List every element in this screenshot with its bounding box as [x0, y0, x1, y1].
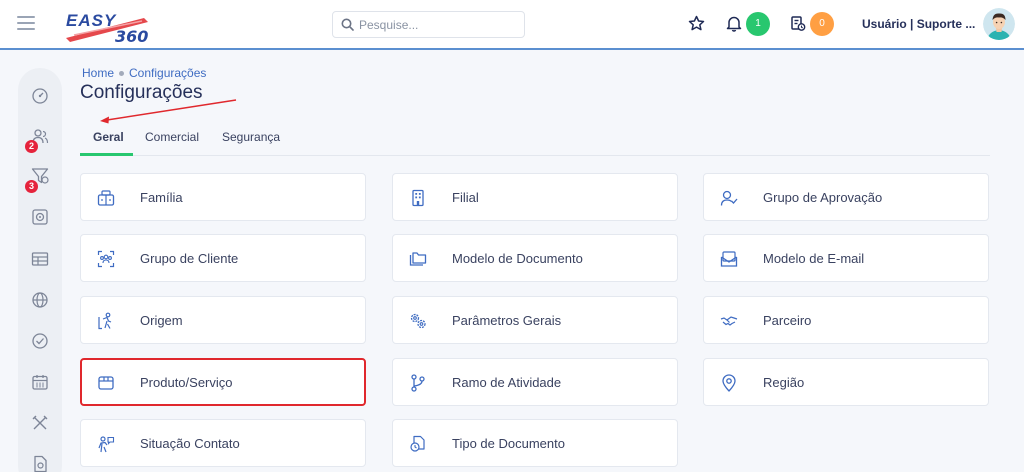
- breadcrumb-current[interactable]: Configurações: [129, 66, 206, 80]
- handshake-icon: [720, 316, 738, 326]
- tasks-badge[interactable]: 0: [810, 12, 834, 36]
- search-input[interactable]: [359, 16, 519, 34]
- tabs: Geral Comercial Segurança: [80, 124, 990, 156]
- calendar-icon[interactable]: [31, 373, 49, 391]
- card-produto-servico[interactable]: Produto/Serviço: [80, 358, 366, 406]
- contact-status-icon: [98, 436, 115, 453]
- breadcrumb-home[interactable]: Home: [82, 66, 114, 80]
- card-label: Família: [140, 190, 183, 205]
- family-icon: [97, 190, 115, 206]
- avatar[interactable]: [983, 8, 1015, 40]
- folder-icon: [409, 252, 427, 266]
- card-grupo-de-cliente[interactable]: Grupo de Cliente: [80, 234, 366, 282]
- active-tab-indicator: [80, 153, 133, 156]
- card-familia[interactable]: Família: [80, 173, 366, 221]
- tab-seguranca[interactable]: Segurança: [222, 130, 280, 144]
- client-group-icon: [97, 250, 115, 268]
- card-tipo-de-documento[interactable]: Tipo de Documento: [392, 419, 678, 467]
- card-label: Filial: [452, 190, 479, 205]
- tools-icon[interactable]: [31, 414, 49, 432]
- card-modelo-de-documento[interactable]: Modelo de Documento: [392, 234, 678, 282]
- card-label: Tipo de Documento: [452, 436, 565, 451]
- card-filial[interactable]: Filial: [392, 173, 678, 221]
- card-label: Grupo de Aprovação: [763, 190, 883, 205]
- logo-suffix: 360: [115, 27, 148, 44]
- search-box[interactable]: [332, 11, 525, 38]
- card-label: Região: [763, 375, 805, 390]
- notifications-badge[interactable]: 1: [746, 12, 770, 36]
- tasks-icon[interactable]: [790, 15, 806, 32]
- top-bar: EASY 360 1 0 Usuário | Suporte ...: [0, 0, 1024, 50]
- card-label: Ramo de Atividade: [452, 375, 562, 390]
- user-check-icon: [720, 190, 738, 206]
- gears-icon: [410, 313, 426, 329]
- card-label: Produto/Serviço: [140, 375, 233, 390]
- card-origem[interactable]: Origem: [80, 296, 366, 344]
- funnel-badge: 3: [25, 180, 38, 193]
- building-icon: [412, 189, 424, 207]
- settings-grid: Família Filial Grupo de Aprovação Grupo …: [80, 173, 990, 472]
- card-label: Situação Contato: [140, 436, 240, 451]
- app-logo[interactable]: EASY 360: [64, 8, 154, 44]
- tab-geral[interactable]: Geral: [93, 130, 124, 144]
- card-situacao-contato[interactable]: Situação Contato: [80, 419, 366, 467]
- document-type-icon: [410, 435, 425, 452]
- card-parceiro[interactable]: Parceiro: [703, 296, 989, 344]
- card-label: Modelo de E-mail: [763, 251, 865, 266]
- bell-icon[interactable]: [726, 15, 742, 32]
- tab-comercial[interactable]: Comercial: [145, 130, 199, 144]
- breadcrumb: Home Configurações: [82, 66, 206, 80]
- star-icon[interactable]: [688, 15, 705, 32]
- card-regiao[interactable]: Região: [703, 358, 989, 406]
- avatar-image: [983, 8, 1015, 40]
- user-name[interactable]: Usuário | Suporte ...: [862, 17, 975, 31]
- table-icon[interactable]: [31, 250, 49, 268]
- git-branch-icon: [411, 374, 425, 392]
- card-label: Grupo de Cliente: [140, 251, 239, 266]
- users-badge: 2: [25, 140, 38, 153]
- search-icon: [341, 18, 354, 31]
- globe-icon[interactable]: [31, 291, 49, 309]
- check-circle-icon[interactable]: [31, 332, 49, 350]
- card-ramo-de-atividade[interactable]: Ramo de Atividade: [392, 358, 678, 406]
- origin-icon: [98, 312, 112, 330]
- card-modelo-de-e-mail[interactable]: Modelo de E-mail: [703, 234, 989, 282]
- sidebar: 2 3: [18, 68, 62, 472]
- card-label: Origem: [140, 313, 183, 328]
- dashboard-icon[interactable]: [31, 87, 49, 105]
- card-label: Modelo de Documento: [452, 251, 583, 266]
- breadcrumb-separator: [119, 71, 125, 76]
- box-icon: [98, 376, 114, 390]
- card-parametros-gerais[interactable]: Parâmetros Gerais: [392, 296, 678, 344]
- map-pin-icon: [722, 374, 736, 392]
- mail-icon: [720, 251, 738, 267]
- logo-graphic: 360: [66, 18, 148, 44]
- card-label: Parceiro: [763, 313, 812, 328]
- target-icon[interactable]: [31, 208, 49, 226]
- card-label: Parâmetros Gerais: [452, 313, 562, 328]
- card-grupo-de-aprovacao[interactable]: Grupo de Aprovação: [703, 173, 989, 221]
- document-icon[interactable]: [31, 455, 49, 472]
- menu-icon[interactable]: [17, 16, 35, 30]
- page-title: Configurações: [80, 82, 203, 103]
